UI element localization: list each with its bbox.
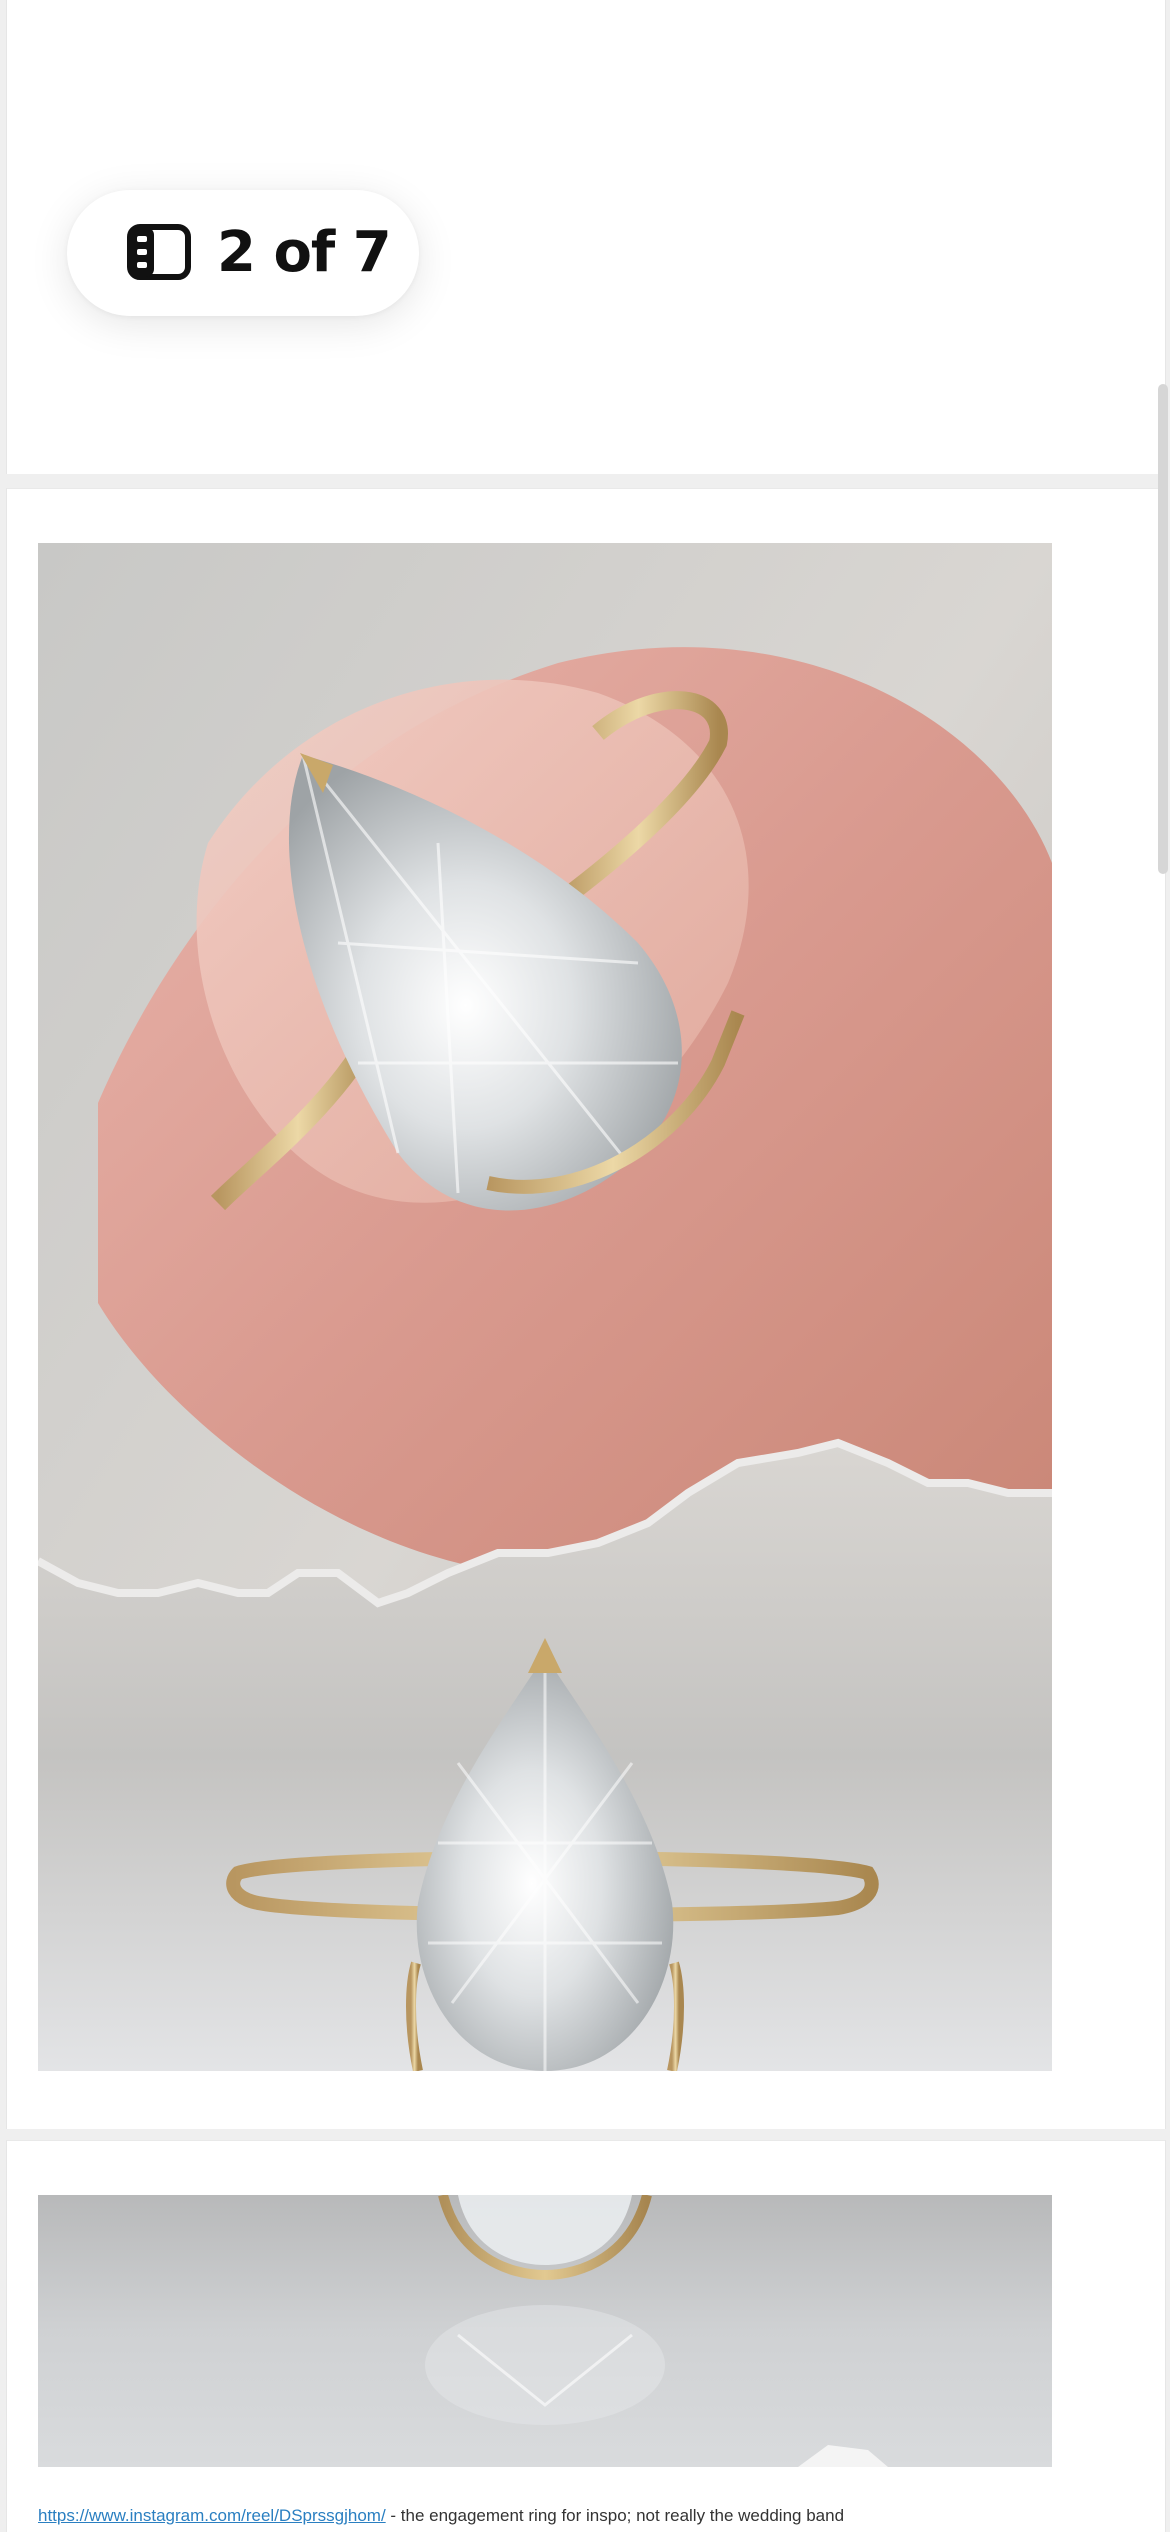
ring-photo-illustration — [38, 543, 1052, 2071]
ring-reflection-photo[interactable] — [38, 2195, 1052, 2467]
ring-photo-collage[interactable] — [38, 543, 1052, 2071]
page-count-label: 2 of 7 — [217, 220, 392, 285]
image-card — [6, 488, 1166, 2129]
page-indicator-pill[interactable]: 2 of 7 — [67, 190, 419, 316]
ring-reflection-illustration — [38, 2195, 1052, 2467]
page: 2 of 7 https://www.instagram.com/reel/DS… — [0, 0, 1170, 2532]
instagram-reel-link[interactable]: https://www.instagram.com/reel/DSprssgjh… — [38, 2506, 386, 2525]
vertical-scrollbar[interactable] — [1158, 384, 1168, 874]
post-caption: https://www.instagram.com/reel/DSprssgjh… — [38, 2505, 844, 2527]
post-card: https://www.instagram.com/reel/DSprssgjh… — [6, 2140, 1166, 2532]
sidebar-panel-icon — [127, 224, 191, 280]
top-card: 2 of 7 — [6, 0, 1166, 474]
caption-text: - the engagement ring for inspo; not rea… — [385, 2506, 845, 2525]
